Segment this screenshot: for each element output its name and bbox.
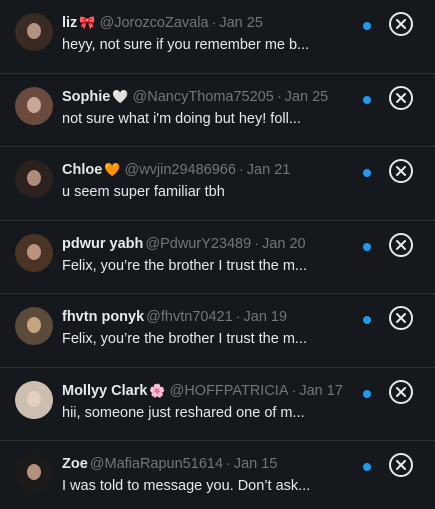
message-header: Chloe 🧡 @wvjin29486966 · Jan 21 [62, 161, 365, 179]
dismiss-button[interactable] [389, 159, 413, 183]
avatar-face [27, 170, 41, 186]
message-request-row[interactable]: Zoe @MafiaRapun51614 · Jan 15 I was told… [0, 441, 435, 509]
message-preview: hii, someone just reshared one of m... [62, 404, 305, 421]
dismiss-button[interactable] [389, 379, 413, 404]
sender-handle[interactable]: @JorozcoZavala [100, 14, 209, 32]
sender-handle[interactable]: @NancyThoma75205 [133, 88, 274, 106]
separator: · [291, 382, 297, 399]
separator: · [238, 162, 244, 178]
message-request-row[interactable]: pdwur yabh @PdwurY23489 · Jan 20 Felix, … [0, 221, 435, 294]
avatar-face [27, 243, 41, 260]
message-header: pdwur yabh @PdwurY23489 · Jan 20 [62, 235, 365, 253]
close-icon [396, 239, 406, 250]
separator: · [226, 456, 231, 472]
message-header: Zoe @MafiaRapun51614 · Jan 15 [62, 455, 365, 473]
message-content: Chloe 🧡 @wvjin29486966 · Jan 21 u seem s… [62, 161, 365, 201]
unread-dot [363, 463, 371, 471]
dismiss-button[interactable] [389, 232, 413, 257]
unread-dot [363, 169, 371, 177]
avatar-face [27, 317, 41, 333]
sender-name[interactable]: liz [62, 14, 77, 32]
sender-handle[interactable]: @MafiaRapun51614 [90, 455, 223, 473]
sender-handle[interactable]: @fhvtn70421 [146, 308, 232, 326]
unread-dot [363, 242, 371, 251]
message-date: Jan 25 [284, 88, 329, 105]
close-icon [396, 166, 406, 176]
sender-name[interactable]: pdwur yabh [62, 235, 143, 253]
message-content: pdwur yabh @PdwurY23489 · Jan 20 Felix, … [62, 235, 365, 275]
message-preview: I was told to message you. Don’t ask... [62, 478, 311, 494]
avatar[interactable] [15, 454, 53, 492]
message-preview: heyy, not sure if you remember me b... [62, 37, 310, 53]
close-icon [396, 19, 406, 29]
sender-name[interactable]: Mollyy Clark [62, 382, 147, 400]
message-request-row[interactable]: Chloe 🧡 @wvjin29486966 · Jan 21 u seem s… [0, 147, 435, 221]
sender-name[interactable]: Chloe [62, 161, 102, 179]
close-icon [396, 92, 406, 103]
close-icon [396, 386, 406, 397]
message-request-list: liz 🎀 @JorozcoZavala · Jan 25 heyy, not … [0, 0, 435, 509]
avatar-face [27, 390, 41, 407]
message-date: Jan 20 [262, 235, 306, 252]
dismiss-button[interactable] [389, 85, 413, 110]
sender-name[interactable]: Sophie [62, 88, 110, 106]
message-request-row[interactable]: fhvtn ponyk @fhvtn70421 · Jan 19 Felix, … [0, 294, 435, 368]
avatar[interactable] [15, 380, 53, 419]
avatar[interactable] [15, 233, 53, 272]
sender-handle[interactable]: @PdwurY23489 [145, 235, 251, 253]
sender-emoji: 🧡 [104, 162, 121, 177]
message-date: Jan 19 [243, 309, 288, 325]
message-header: liz 🎀 @JorozcoZavala · Jan 25 [62, 14, 365, 32]
message-preview: u seem super familiar tbh [62, 184, 225, 200]
message-content: Mollyy Clark 🌸 @HOFFPATRICIA · Jan 17 hi… [62, 382, 365, 422]
avatar[interactable] [15, 86, 53, 125]
message-content: fhvtn ponyk @fhvtn70421 · Jan 19 Felix, … [62, 308, 365, 348]
avatar[interactable] [15, 307, 53, 345]
avatar[interactable] [15, 160, 53, 198]
message-preview: Felix, you’re the brother I trust the m.… [62, 331, 307, 347]
dismiss-button[interactable] [389, 12, 413, 36]
message-request-row[interactable]: liz 🎀 @JorozcoZavala · Jan 25 heyy, not … [0, 0, 435, 74]
message-preview: Felix, you’re the brother I trust the m.… [62, 257, 307, 274]
avatar-face [27, 464, 41, 480]
unread-dot [363, 316, 371, 324]
message-content: liz 🎀 @JorozcoZavala · Jan 25 heyy, not … [62, 14, 365, 54]
unread-dot [363, 95, 371, 104]
sender-name[interactable]: Zoe [62, 455, 88, 473]
sender-emoji: 🤍 [112, 88, 129, 104]
sender-handle[interactable]: @HOFFPATRICIA [170, 382, 289, 400]
sender-handle[interactable]: @wvjin29486966 [124, 161, 235, 179]
close-icon [396, 460, 406, 470]
avatar[interactable] [15, 13, 53, 51]
unread-dot [363, 22, 371, 30]
sender-emoji: 🎀 [79, 15, 96, 30]
message-date: Jan 17 [299, 382, 343, 399]
message-preview: not sure what i'm doing but hey! foll... [62, 110, 301, 127]
dismiss-button[interactable] [389, 306, 413, 330]
message-header: Mollyy Clark 🌸 @HOFFPATRICIA · Jan 17 [62, 382, 365, 400]
close-icon [396, 313, 406, 323]
message-request-row[interactable]: Sophie 🤍 @NancyThoma75205 · Jan 25 not s… [0, 74, 435, 147]
avatar-face [27, 96, 41, 113]
message-request-row[interactable]: Mollyy Clark 🌸 @HOFFPATRICIA · Jan 17 hi… [0, 368, 435, 441]
message-content: Zoe @MafiaRapun51614 · Jan 15 I was told… [62, 455, 365, 495]
sender-name[interactable]: fhvtn ponyk [62, 308, 144, 326]
message-date: Jan 25 [219, 15, 263, 31]
separator: · [235, 309, 241, 325]
dismiss-button[interactable] [389, 453, 413, 477]
message-content: Sophie 🤍 @NancyThoma75205 · Jan 25 not s… [62, 88, 365, 128]
message-header: fhvtn ponyk @fhvtn70421 · Jan 19 [62, 308, 365, 326]
separator: · [276, 88, 282, 105]
message-date: Jan 15 [233, 456, 278, 472]
separator: · [211, 15, 217, 31]
sender-emoji: 🌸 [149, 382, 166, 398]
separator: · [254, 235, 260, 252]
avatar-face [27, 23, 41, 39]
unread-dot [363, 389, 371, 398]
message-date: Jan 21 [246, 162, 291, 178]
message-header: Sophie 🤍 @NancyThoma75205 · Jan 25 [62, 88, 365, 106]
